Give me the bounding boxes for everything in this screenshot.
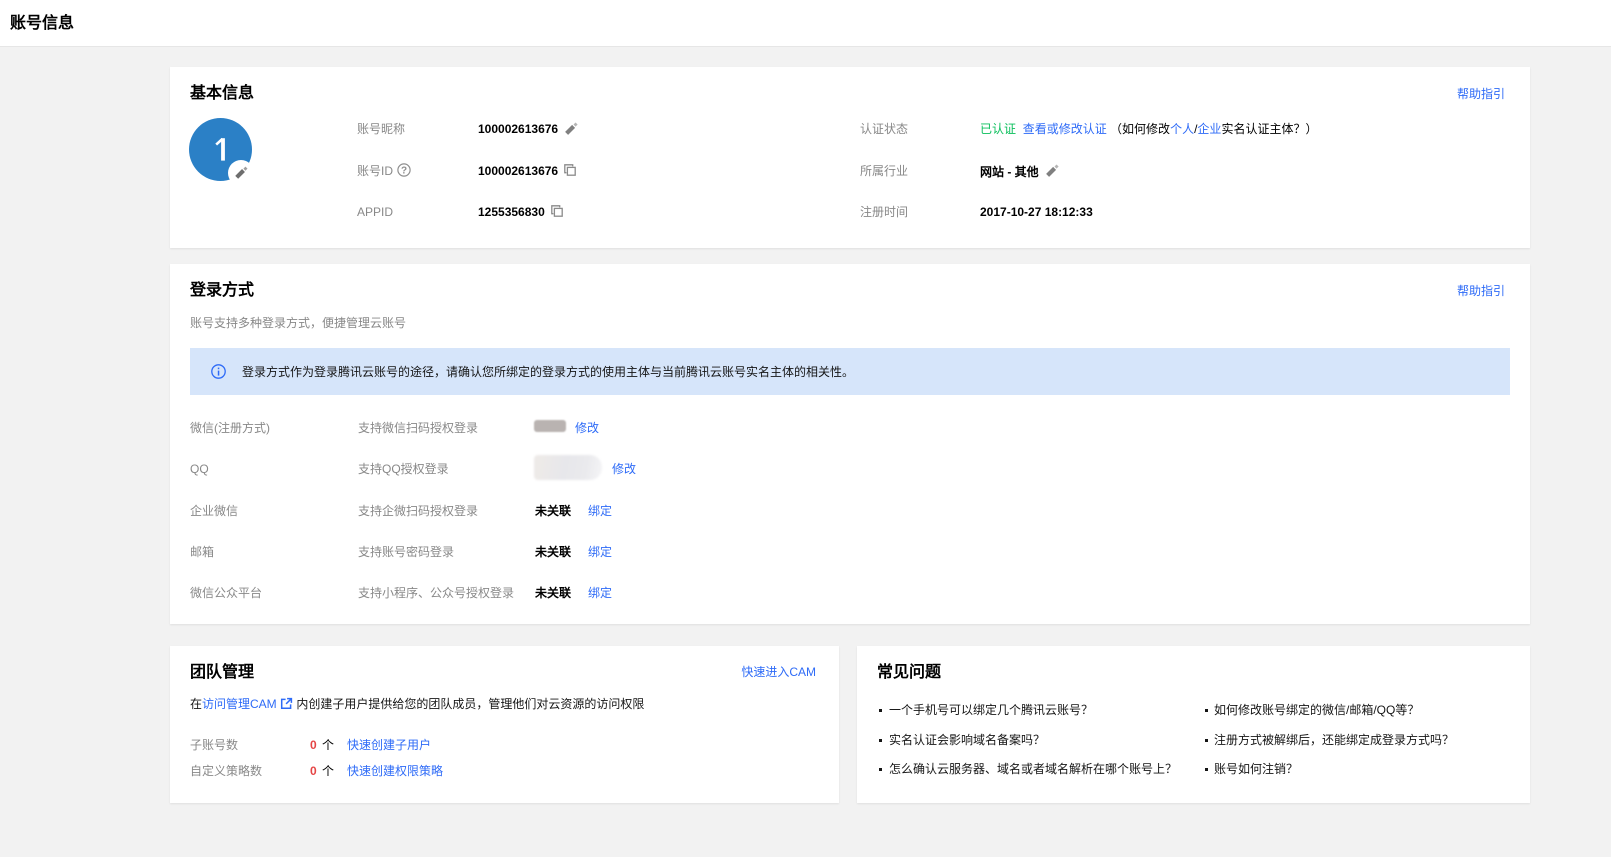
svg-text:?: ? — [401, 165, 407, 176]
